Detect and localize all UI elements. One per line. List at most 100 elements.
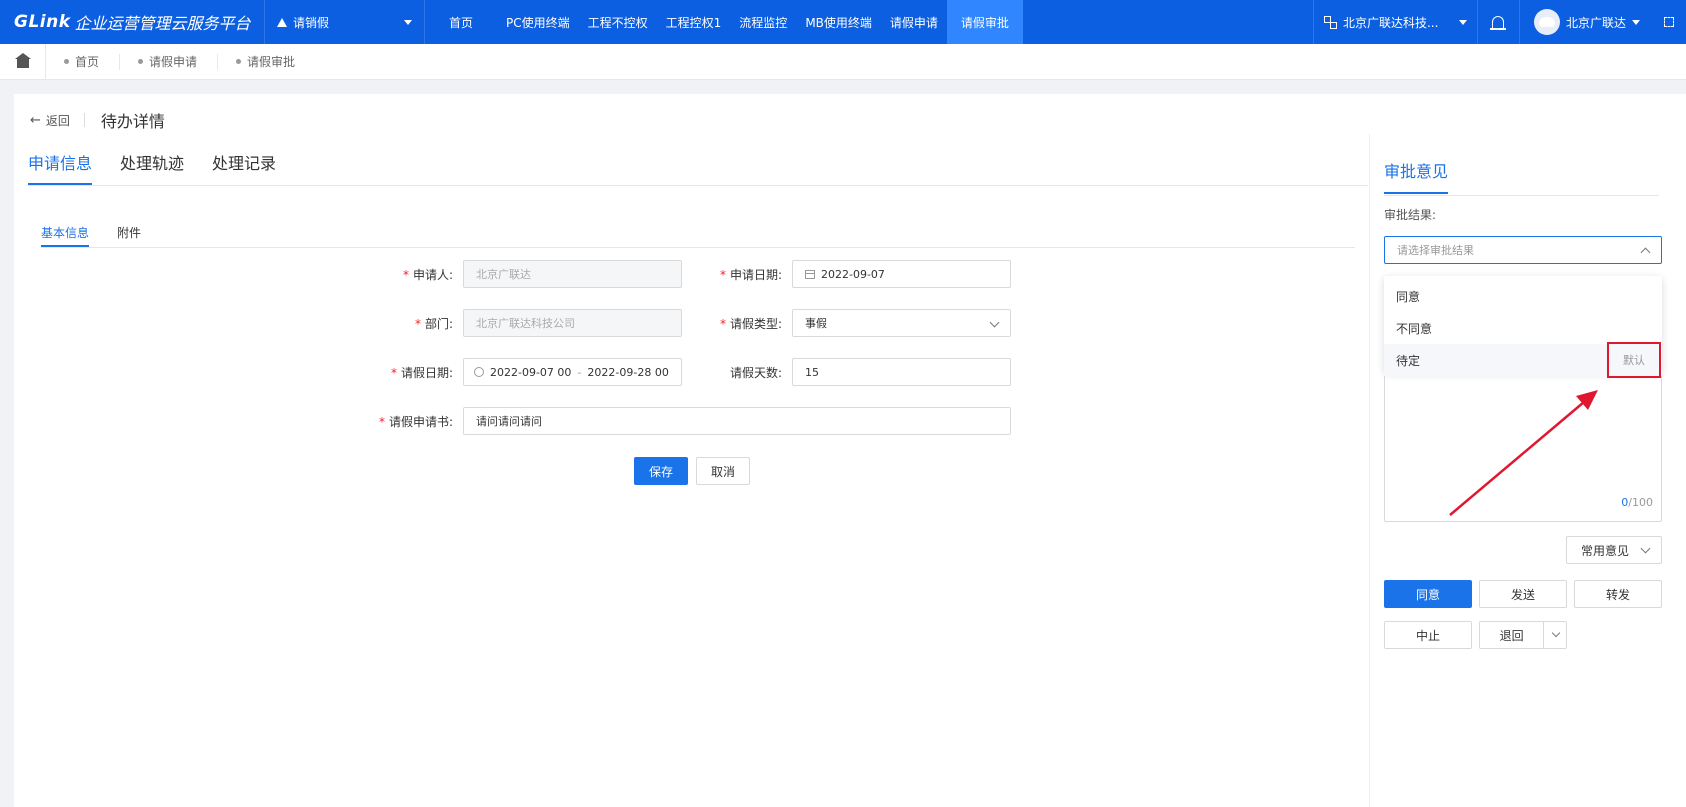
dept-label: * 部门: xyxy=(414,316,453,331)
caret-down-icon xyxy=(1632,19,1640,25)
forward-button[interactable]: 转发 xyxy=(1574,580,1662,608)
breadcrumb-item-home[interactable]: 首页 xyxy=(46,53,121,70)
subtab-basic-info[interactable]: 基本信息 xyxy=(41,224,90,247)
fullscreen-button[interactable] xyxy=(1652,0,1686,44)
form-row-leave-date: * 请假日期: 2022-09-07 00 - 2022-09-28 00 xyxy=(353,358,682,386)
chevron-up-icon xyxy=(1640,247,1651,258)
dot-icon xyxy=(64,59,69,64)
dot-icon xyxy=(236,59,242,64)
fullscreen-icon xyxy=(1664,17,1674,27)
top-right-area: 北京广联达科技... 北京广联达 xyxy=(1312,0,1686,44)
breadcrumb-label: 请假申请 xyxy=(149,55,198,69)
stop-button[interactable]: 中止 xyxy=(1384,621,1472,649)
leave-type-select[interactable]: 事假 xyxy=(792,309,1011,337)
option-pending[interactable]: 待定 默认 xyxy=(1384,342,1662,378)
approval-result-placeholder: 请选择审批结果 xyxy=(1397,244,1474,257)
chevron-down-icon xyxy=(1551,628,1561,638)
nav-item-home[interactable]: 首页 xyxy=(425,0,497,44)
common-opinion-button[interactable]: 常用意见 xyxy=(1566,536,1662,564)
approval-result-select[interactable]: 请选择审批结果 xyxy=(1384,236,1662,264)
default-tag: 默认 xyxy=(1607,342,1661,378)
leave-type-label: * 请假类型: xyxy=(719,316,782,331)
back-button[interactable]: ← 返回 xyxy=(30,113,85,128)
nav-item-project-control[interactable]: 工程控权1 xyxy=(657,0,731,44)
page-header: ← 返回 待办详情 xyxy=(30,108,165,132)
user-menu[interactable]: 北京广联达 xyxy=(1520,0,1652,44)
approval-result-dropdown: 同意 不同意 待定 默认 xyxy=(1384,276,1662,378)
nav-item-project-no-control[interactable]: 工程不控权 xyxy=(579,0,657,44)
breadcrumb-label: 请假审批 xyxy=(247,55,296,69)
org-tree-icon xyxy=(1323,15,1337,29)
caret-down-icon xyxy=(404,19,412,25)
leave-days-field[interactable]: 15 xyxy=(792,358,1011,386)
approval-tab-bar: 审批意见 xyxy=(1384,158,1659,196)
calendar-icon xyxy=(805,269,815,279)
letter-field[interactable]: 请问请问请问 xyxy=(463,407,1011,435)
agree-button[interactable]: 同意 xyxy=(1384,580,1472,608)
tab-application-info[interactable]: 申请信息 xyxy=(28,150,93,185)
breadcrumb-item-leave-approval[interactable]: 请假审批 xyxy=(218,54,315,70)
form-row-dept: * 部门: 北京广联达科技公司 xyxy=(353,309,682,337)
avatar xyxy=(1533,9,1560,35)
form-row-apply-date: * 申请日期: 2022-09-07 xyxy=(682,260,1011,288)
leave-end-value: 2022-09-28 00 xyxy=(587,365,669,379)
leave-date-range[interactable]: 2022-09-07 00 - 2022-09-28 00 xyxy=(463,358,682,386)
form-row-letter: * 请假申请书: 请问请问请问 xyxy=(353,407,1011,435)
dot-icon xyxy=(138,59,144,64)
save-button[interactable]: 保存 xyxy=(634,457,688,485)
nav-item-process-monitor[interactable]: 流程监控 xyxy=(730,0,796,44)
nav-item-mb-terminal[interactable]: MB使用终端 xyxy=(796,0,881,44)
brand-title: 企业运营管理云服务平台 xyxy=(74,14,251,33)
tab-approval-opinion[interactable]: 审批意见 xyxy=(1384,158,1449,194)
applicant-field: 北京广联达 xyxy=(463,260,682,288)
form-row-leave-days: 请假天数: 15 xyxy=(682,358,1011,386)
user-name: 北京广联达 xyxy=(1565,15,1626,30)
dept-field: 北京广联达科技公司 xyxy=(463,309,682,337)
breadcrumb: 首页 请假申请 请假审批 xyxy=(0,43,1686,80)
applicant-label: * 申请人: xyxy=(402,267,453,282)
tab-process-trace[interactable]: 处理轨迹 xyxy=(120,150,184,185)
home-icon xyxy=(14,53,31,68)
breadcrumb-label: 首页 xyxy=(75,55,100,69)
chevron-down-icon xyxy=(989,317,1000,328)
option-agree[interactable]: 同意 xyxy=(1384,280,1662,312)
app-selector-label: 请销假 xyxy=(293,15,330,30)
approval-result-label: 审批结果: xyxy=(1384,208,1437,222)
apply-date-label: * 申请日期: xyxy=(719,267,782,282)
option-pending-label: 待定 xyxy=(1396,353,1421,368)
leave-date-label: * 请假日期: xyxy=(390,365,453,380)
sub-tabs: 基本信息 附件 xyxy=(41,224,1355,248)
app-selector[interactable]: 请销假 xyxy=(265,0,425,44)
send-button[interactable]: 发送 xyxy=(1479,580,1567,608)
subtab-attachments[interactable]: 附件 xyxy=(117,224,141,247)
chevron-down-icon xyxy=(1640,543,1651,554)
leave-type-value: 事假 xyxy=(805,317,827,330)
tab-process-record[interactable]: 处理记录 xyxy=(212,150,276,185)
nav-item-leave-request[interactable]: 请假申请 xyxy=(881,0,947,44)
app-icon xyxy=(277,17,287,27)
nav-item-pc-terminal[interactable]: PC使用终端 xyxy=(497,0,579,44)
nav-item-leave-approval[interactable]: 请假审批 xyxy=(946,0,1023,44)
notifications-button[interactable] xyxy=(1478,0,1520,44)
cancel-button[interactable]: 取消 xyxy=(696,457,750,485)
org-selector-label: 北京广联达科技... xyxy=(1342,15,1439,30)
page-title: 待办详情 xyxy=(100,112,165,131)
return-split-button: 退回 xyxy=(1479,621,1567,649)
form-row-leave-type: * 请假类型: 事假 xyxy=(682,309,1011,337)
char-counter: 0/100 xyxy=(1621,496,1653,509)
org-selector[interactable]: 北京广联达科技... xyxy=(1312,0,1478,44)
form-row-applicant: * 申请人: 北京广联达 xyxy=(353,260,682,288)
home-button[interactable] xyxy=(0,43,46,80)
opinion-textarea[interactable]: 0/100 xyxy=(1384,374,1662,522)
back-label: 返回 xyxy=(45,113,70,128)
option-disagree[interactable]: 不同意 xyxy=(1384,312,1662,344)
return-button[interactable]: 退回 xyxy=(1480,622,1543,648)
brand-logo: GLink xyxy=(14,12,71,32)
apply-date-field[interactable]: 2022-09-07 xyxy=(792,260,1011,288)
range-separator: - xyxy=(577,365,582,379)
breadcrumb-item-leave-request[interactable]: 请假申请 xyxy=(120,53,219,70)
top-navigation-bar: GLink 企业运营管理云服务平台 请销假 首页 PC使用终端 工程不控权 工程… xyxy=(0,0,1686,44)
brand: GLink 企业运营管理云服务平台 xyxy=(0,0,265,44)
return-dropdown-toggle[interactable] xyxy=(1544,622,1566,648)
common-opinion-label: 常用意见 xyxy=(1581,543,1630,558)
